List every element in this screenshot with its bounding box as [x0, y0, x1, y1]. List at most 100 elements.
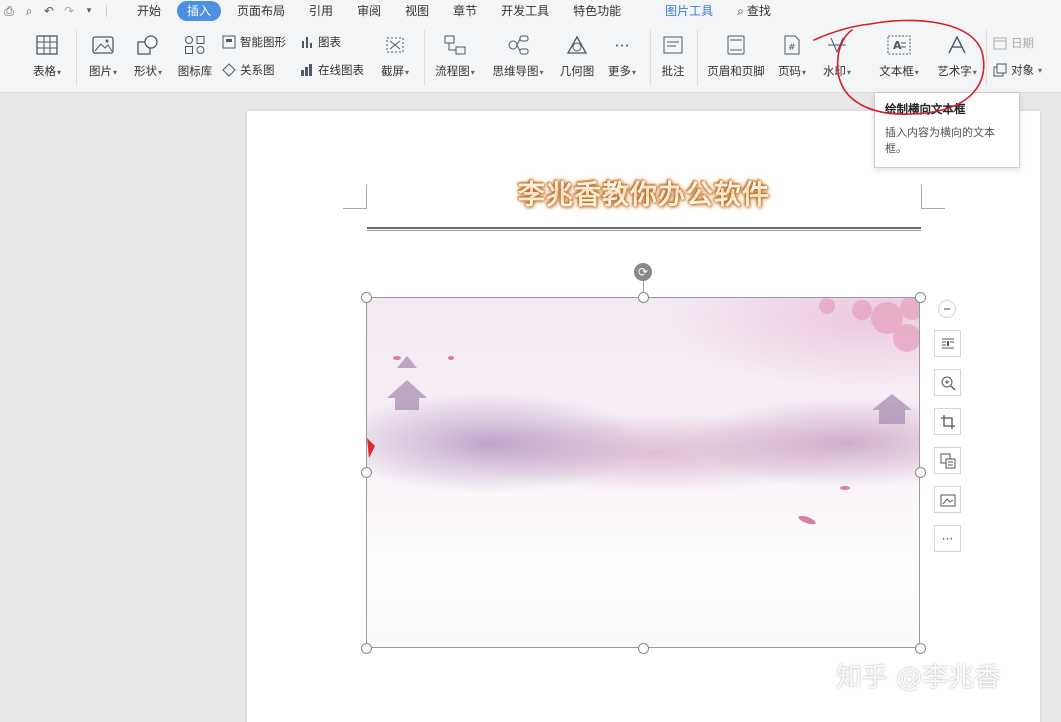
separator	[106, 5, 107, 17]
scissors-icon	[383, 33, 407, 57]
customize-chevron-icon[interactable]: ▾	[82, 6, 96, 16]
comment-icon	[661, 33, 685, 57]
wrap-text-icon[interactable]	[934, 330, 961, 357]
page-number-icon: #	[780, 33, 804, 57]
replace-image-icon[interactable]	[934, 486, 961, 513]
online-chart-button[interactable]: 在线图表	[300, 62, 364, 78]
smart-art-icon	[222, 35, 236, 49]
crop-icon[interactable]	[934, 408, 961, 435]
svg-text:A: A	[893, 39, 902, 52]
tab-picture-tools[interactable]: 图片工具	[653, 1, 725, 21]
header-footer-button[interactable]: 页眉和页脚	[705, 22, 767, 79]
shape-icon	[136, 33, 160, 57]
tab-developer[interactable]: 开发工具	[489, 1, 561, 21]
table-button[interactable]: 表格▾	[30, 22, 64, 79]
more-button[interactable]: ··· 更多▾	[605, 22, 639, 79]
screenshot-button[interactable]: 截屏▾	[378, 22, 412, 79]
print-icon[interactable]: ⎙	[2, 4, 16, 19]
tab-references[interactable]: 引用	[297, 1, 345, 21]
watermark-icon	[825, 33, 849, 57]
tooltip-title: 绘制横向文本框	[885, 102, 966, 116]
header-rule	[367, 227, 921, 231]
separator	[76, 30, 77, 86]
textbox-tooltip: 绘制横向文本框 插入内容为横向的文本框。	[874, 92, 1020, 168]
separator	[424, 30, 425, 86]
table-label: 表格	[32, 64, 56, 78]
wordart-icon	[945, 33, 969, 57]
date-label: 日期	[1011, 36, 1034, 50]
header-footer-icon	[724, 33, 748, 57]
tab-home[interactable]: 开始	[125, 1, 173, 21]
more-label: 更多	[607, 64, 631, 78]
resize-handle-bottom[interactable]	[638, 643, 649, 654]
smart-art-button[interactable]: 智能图形	[222, 34, 286, 50]
image-to-text-icon[interactable]	[934, 447, 961, 474]
tab-insert[interactable]: 插入	[177, 1, 222, 21]
table-icon	[35, 33, 59, 57]
selected-image[interactable]	[366, 297, 920, 648]
resize-handle-left[interactable]	[361, 467, 372, 478]
resize-handle-top-left[interactable]	[361, 292, 372, 303]
resize-handle-bottom-right[interactable]	[915, 643, 926, 654]
tab-view[interactable]: 视图	[393, 1, 441, 21]
comment-button[interactable]: 批注	[658, 22, 688, 79]
chart-icon	[300, 35, 314, 49]
separator	[986, 30, 987, 86]
mindmap-button[interactable]: 思维导图▾	[490, 22, 546, 79]
quick-access-toolbar: ⎙ ⌕ ↶ ↷ ▾	[0, 4, 111, 19]
shape-button[interactable]: 形状▾	[131, 22, 165, 79]
redo-icon[interactable]: ↷	[62, 4, 76, 18]
rotate-handle-icon[interactable]: ⟳	[634, 263, 652, 281]
chart-button[interactable]: 图表	[300, 34, 341, 50]
search-button[interactable]: ⌕ 查找	[725, 1, 783, 21]
shape-label: 形状	[133, 64, 157, 78]
textbox-button[interactable]: A 文本框▾	[872, 22, 924, 85]
collapse-minus-icon[interactable]	[938, 300, 956, 318]
page-number-button[interactable]: # 页码▾	[776, 22, 808, 79]
title-reflection: 李兆香教你办公软件	[518, 184, 770, 200]
image-side-toolbar: ···	[934, 300, 962, 564]
geometry-icon	[565, 33, 589, 57]
tab-page-layout[interactable]: 页面布局	[225, 1, 297, 21]
date-button[interactable]: 日期	[993, 35, 1034, 51]
wordart-button[interactable]: 艺术字▾	[934, 22, 980, 79]
zoom-in-icon[interactable]	[934, 369, 961, 396]
online-chart-label: 在线图表	[318, 63, 364, 77]
page-number-label: 页码	[777, 64, 801, 78]
tab-special-features[interactable]: 特色功能	[561, 1, 633, 21]
more-dots-icon: ···	[614, 35, 630, 55]
search-label: 查找	[746, 4, 771, 18]
mindmap-label: 思维导图	[492, 64, 539, 78]
resize-handle-bottom-left[interactable]	[361, 643, 372, 654]
more-options-icon[interactable]: ···	[934, 525, 961, 552]
object-label: 对象	[1011, 63, 1034, 77]
chart-label: 图表	[318, 35, 341, 49]
flowchart-button[interactable]: 流程图▾	[432, 22, 478, 79]
tab-section[interactable]: 章节	[441, 1, 489, 21]
online-chart-icon	[300, 63, 314, 77]
geometry-label: 几何图	[559, 64, 595, 78]
print-preview-icon[interactable]: ⌕	[22, 4, 36, 19]
resize-handle-top-right[interactable]	[915, 292, 926, 303]
watermark-button[interactable]: 水印▾	[820, 22, 854, 79]
resize-handle-right[interactable]	[915, 467, 926, 478]
mindmap-icon	[506, 33, 530, 57]
object-button[interactable]: 对象 ▾	[993, 62, 1042, 78]
resize-handle-top[interactable]	[638, 292, 649, 303]
separator	[650, 30, 651, 86]
object-icon	[993, 63, 1007, 77]
textbox-label: 文本框	[879, 64, 914, 78]
icon-library-button[interactable]: 图标库	[176, 22, 214, 79]
svg-text:#: #	[788, 43, 796, 53]
smart-art-label: 智能图形	[240, 35, 286, 49]
picture-button[interactable]: 图片▾	[86, 22, 120, 79]
icon-library-label: 图标库	[177, 64, 213, 78]
undo-icon[interactable]: ↶	[42, 4, 56, 18]
geometry-button[interactable]: 几何图	[559, 22, 595, 79]
tab-review[interactable]: 审阅	[345, 1, 393, 21]
watermark-label: 水印	[822, 64, 846, 78]
calendar-icon	[993, 36, 1007, 50]
relation-chart-button[interactable]: 关系图	[222, 62, 275, 78]
tooltip-description: 插入内容为横向的文本框。	[885, 126, 995, 155]
wordart-label: 艺术字	[937, 64, 972, 78]
